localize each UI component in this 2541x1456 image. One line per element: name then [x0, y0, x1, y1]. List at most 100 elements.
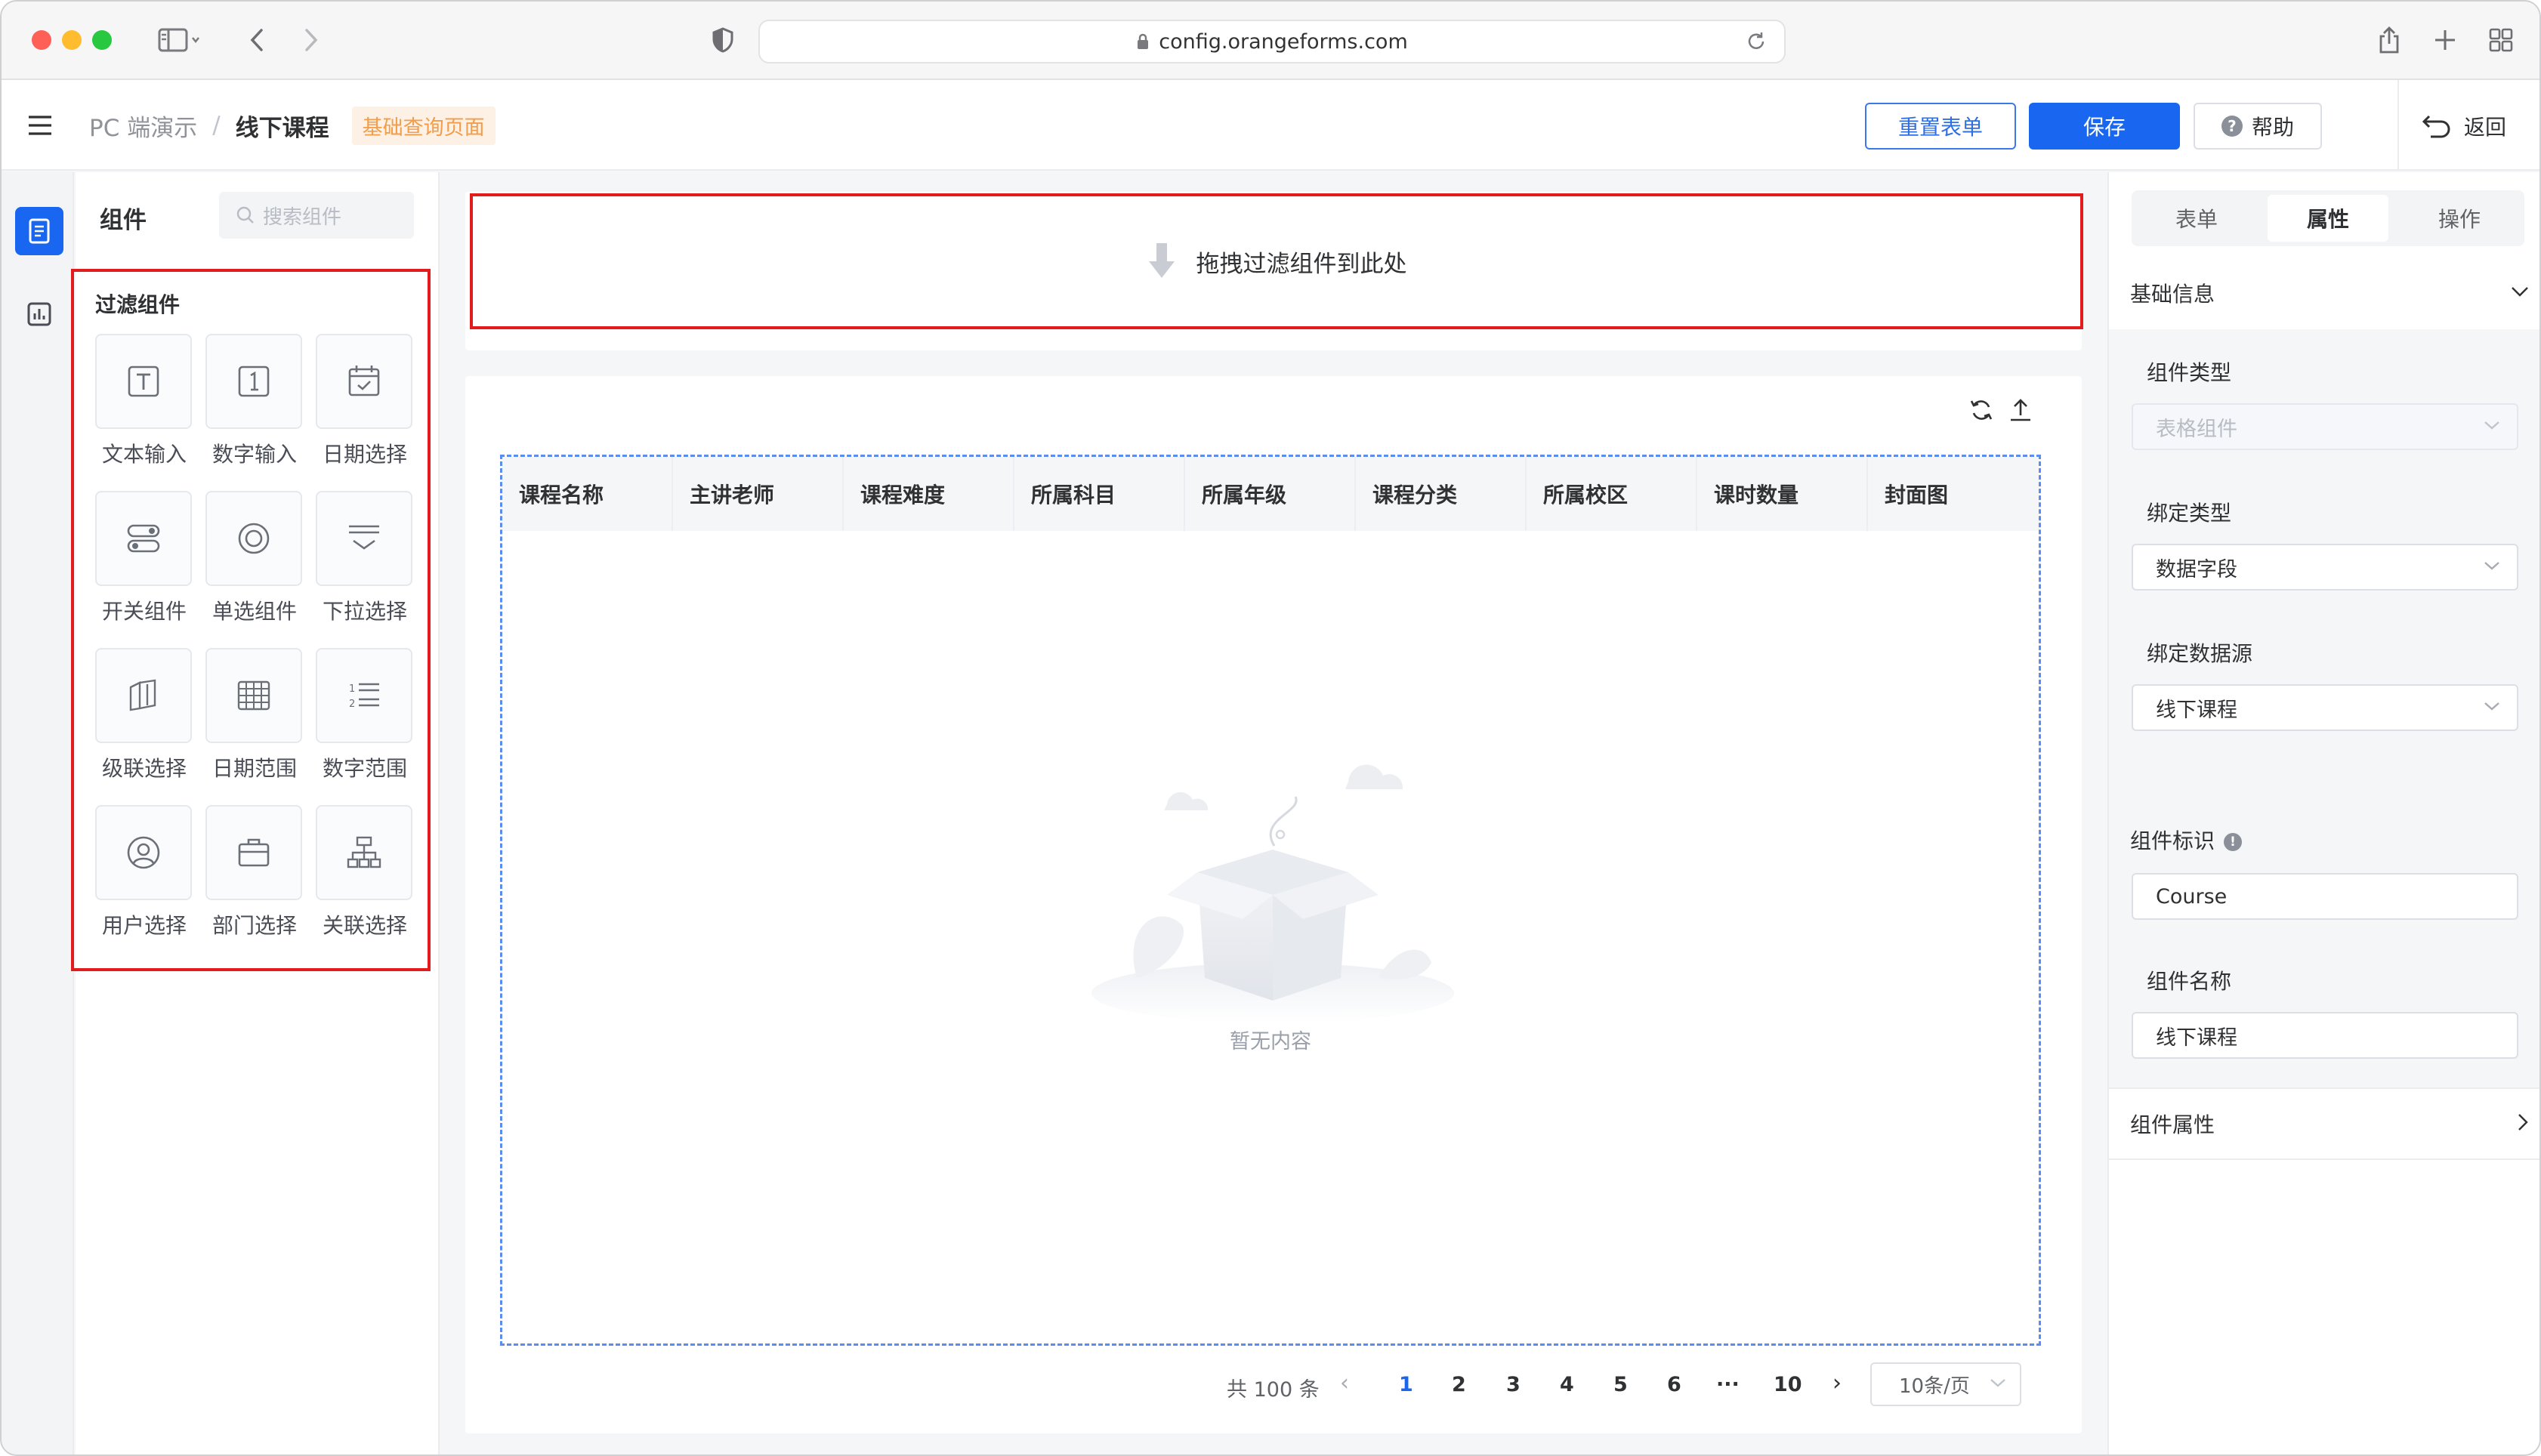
- reset-form-button[interactable]: 重置表单: [1865, 103, 2016, 150]
- page-3[interactable]: 3: [1506, 1373, 1521, 1396]
- column-header[interactable]: 课程分类: [1356, 457, 1527, 531]
- component-tile-number-range[interactable]: 12 数字范围: [316, 648, 414, 782]
- next-page-chevron-icon[interactable]: ›: [1832, 1370, 1842, 1396]
- drop-down-arrow-icon: [1148, 243, 1175, 278]
- refresh-icon[interactable]: [1968, 397, 1994, 423]
- bind-source-select[interactable]: 线下课程: [2132, 684, 2518, 731]
- tile-label: 日期范围: [211, 756, 297, 781]
- save-button[interactable]: 保存: [2029, 103, 2180, 150]
- page-2[interactable]: 2: [1452, 1373, 1466, 1396]
- menu-icon[interactable]: [27, 115, 53, 139]
- column-header[interactable]: 所属校区: [1527, 457, 1697, 531]
- component-panel-title: 组件: [100, 207, 147, 234]
- empty-box-illustration: [1091, 764, 1454, 1023]
- component-tile-date-range[interactable]: 日期范围: [205, 648, 304, 782]
- browser-toolbar: config.orangeforms.com: [2, 2, 2539, 80]
- column-header[interactable]: 课时数量: [1697, 457, 1868, 531]
- table-card: 课程名称 主讲老师 课程难度 所属科目 所属年级 课程分类 所属校区 课时数量 …: [465, 376, 2082, 1433]
- reload-icon[interactable]: [1745, 30, 1768, 53]
- column-header[interactable]: 课程难度: [844, 457, 1014, 531]
- page-6[interactable]: 6: [1667, 1373, 1681, 1396]
- component-tile-text-input[interactable]: 文本输入: [95, 334, 193, 468]
- empty-state: 暂无内容: [502, 531, 2039, 1343]
- breadcrumb-root[interactable]: PC 端演示: [89, 109, 197, 143]
- export-upload-icon[interactable]: [2008, 397, 2033, 423]
- forward-arrow-icon[interactable]: [296, 23, 326, 57]
- chevron-down-icon: [2484, 702, 2499, 711]
- rail-components-button[interactable]: [15, 207, 63, 255]
- tile-label: 用户选择: [101, 913, 187, 938]
- bind-source-label: 绑定数据源: [2147, 641, 2253, 666]
- chevron-down-icon[interactable]: [2511, 285, 2529, 298]
- component-tile-cascade[interactable]: 级联选择: [95, 648, 193, 782]
- page-5[interactable]: 5: [1613, 1373, 1628, 1396]
- app-header: PC 端演示 / 线下课程 基础查询页面 重置表单 保存 ? 帮助 返回: [2, 80, 2539, 171]
- org-tree-icon: [347, 836, 381, 868]
- help-button[interactable]: ? 帮助: [2194, 103, 2322, 150]
- component-tile-relation-select[interactable]: 关联选择: [316, 805, 414, 939]
- column-header[interactable]: 主讲老师: [673, 457, 844, 531]
- page-ellipsis[interactable]: ···: [1716, 1373, 1740, 1396]
- page-4[interactable]: 4: [1560, 1373, 1574, 1396]
- page-10[interactable]: 10: [1774, 1373, 1802, 1396]
- left-rail: [2, 172, 74, 1454]
- component-name-input[interactable]: 线下课程: [2132, 1012, 2518, 1059]
- back-arrow-icon[interactable]: [242, 23, 272, 57]
- column-header[interactable]: 所属年级: [1185, 457, 1356, 531]
- column-header[interactable]: 课程名称: [502, 457, 673, 531]
- bind-type-value: 数据字段: [2156, 557, 2237, 581]
- filter-components-group: 过滤组件 文本输入 数字输入 日期选择 开关组件 单选组件 下拉选择 级联选择 …: [71, 269, 431, 971]
- radio-icon: [238, 523, 270, 554]
- section-basic-info[interactable]: 基础信息: [2130, 278, 2215, 308]
- cascade-icon: [129, 679, 156, 711]
- component-tile-number-input[interactable]: 数字输入: [205, 334, 304, 468]
- table-header-row: 课程名称 主讲老师 课程难度 所属科目 所属年级 课程分类 所属校区 课时数量 …: [502, 457, 2039, 531]
- component-panel: 组件 搜索组件 过滤组件 文本输入 数字输入 日期选择 开关组件 单选组件 下拉…: [71, 172, 440, 1454]
- section-component-props[interactable]: 组件属性: [2130, 1109, 2215, 1139]
- page-1[interactable]: 1: [1399, 1373, 1413, 1396]
- window-close-button[interactable]: [32, 30, 51, 50]
- new-tab-plus-icon[interactable]: [2426, 23, 2464, 57]
- rail-chart-button[interactable]: [15, 290, 63, 338]
- help-icon: ?: [2221, 116, 2243, 137]
- filter-drop-zone[interactable]: 拖拽过滤组件到此处: [470, 193, 2083, 329]
- address-bar[interactable]: config.orangeforms.com: [758, 20, 1786, 63]
- properties-panel: 表单 属性 操作 基础信息 组件类型 表格组件 绑定类型 数据字段 绑定数据源 …: [2107, 172, 2539, 1454]
- component-tile-user-select[interactable]: 用户选择: [95, 805, 193, 939]
- briefcase-icon: [238, 838, 270, 867]
- component-tile-dropdown[interactable]: 下拉选择: [316, 491, 414, 625]
- properties-tabs: 表单 属性 操作: [2132, 190, 2524, 246]
- back-label: 返回: [2463, 115, 2506, 140]
- share-icon[interactable]: [2370, 23, 2408, 57]
- window-minimize-button[interactable]: [62, 30, 82, 50]
- component-tile-switch[interactable]: 开关组件: [95, 491, 193, 625]
- bind-type-select[interactable]: 数据字段: [2132, 544, 2518, 591]
- tab-actions[interactable]: 操作: [2399, 195, 2520, 242]
- component-search-input[interactable]: 搜索组件: [219, 192, 414, 239]
- chevron-down-icon: [2484, 421, 2499, 430]
- column-header[interactable]: 所属科目: [1014, 457, 1185, 531]
- tile-label: 文本输入: [101, 442, 187, 467]
- component-id-input[interactable]: Course: [2132, 873, 2518, 920]
- data-table[interactable]: 课程名称 主讲老师 课程难度 所属科目 所属年级 课程分类 所属校区 课时数量 …: [500, 455, 2041, 1346]
- date-range-icon: [237, 680, 270, 711]
- info-icon[interactable]: !: [2224, 833, 2243, 851]
- chevron-right-icon[interactable]: [2517, 1113, 2529, 1131]
- tab-properties[interactable]: 属性: [2268, 195, 2388, 242]
- window-zoom-button[interactable]: [92, 30, 112, 50]
- tab-form[interactable]: 表单: [2136, 195, 2257, 242]
- tile-label: 开关组件: [101, 599, 187, 624]
- component-tile-date-picker[interactable]: 日期选择: [316, 334, 414, 468]
- page-size-select[interactable]: 10条/页: [1870, 1362, 2021, 1406]
- privacy-shield-icon[interactable]: [704, 23, 742, 57]
- drop-hint-text: 拖拽过滤组件到此处: [1196, 250, 1407, 278]
- basic-info-body: 组件类型 表格组件 绑定类型 数据字段 绑定数据源 线下课程 组件标识! Cou…: [2109, 329, 2539, 1087]
- component-tile-radio[interactable]: 单选组件: [205, 491, 304, 625]
- back-button[interactable]: 返回: [2404, 103, 2524, 150]
- tab-overview-icon[interactable]: [2482, 23, 2520, 57]
- prev-page-chevron-icon[interactable]: ‹: [1340, 1370, 1349, 1396]
- column-header[interactable]: 封面图: [1868, 457, 2039, 531]
- sidebar-toggle-icon[interactable]: [145, 23, 213, 57]
- component-tile-department-select[interactable]: 部门选择: [205, 805, 304, 939]
- tile-label: 关联选择: [322, 913, 407, 938]
